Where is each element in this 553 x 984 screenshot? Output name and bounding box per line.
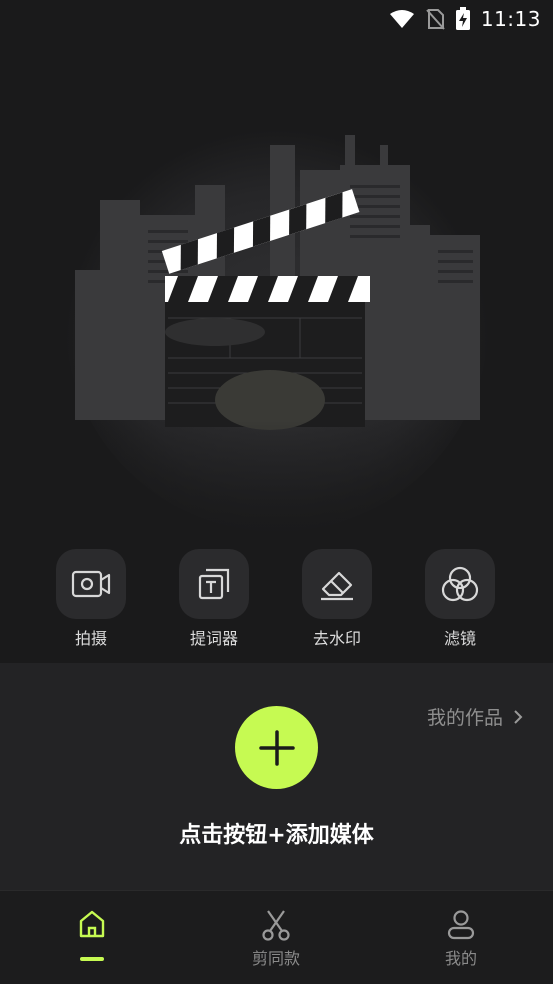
tool-remove-watermark-label: 去水印: [312, 629, 361, 648]
teleprompter-icon: [198, 568, 230, 600]
tool-shoot-tile[interactable]: [56, 549, 126, 619]
tool-filter-tile[interactable]: [425, 549, 495, 619]
no-sim-icon: [426, 9, 445, 30]
eraser-icon: [321, 571, 353, 601]
plus-icon: [258, 729, 295, 766]
status-icons: 11:13: [389, 6, 541, 32]
tool-teleprompter[interactable]: 提词器: [164, 549, 264, 649]
tool-filter[interactable]: 滤镜: [410, 549, 510, 649]
tool-filter-label: 滤镜: [443, 629, 476, 648]
tools-row: 拍摄 提词器 去水印 滤镜: [0, 549, 553, 649]
tool-teleprompter-label: 提词器: [189, 629, 238, 648]
status-time: 11:13: [480, 7, 541, 31]
nav-me[interactable]: 我的: [401, 891, 521, 984]
wifi-icon: [389, 10, 414, 28]
scissors-icon: [262, 910, 290, 941]
nav-home[interactable]: [32, 891, 152, 984]
nav-template[interactable]: 剪同款: [216, 891, 336, 984]
add-media-button[interactable]: [235, 706, 318, 789]
tool-shoot-label: 拍摄: [74, 629, 107, 648]
battery-charging-icon: [455, 7, 470, 30]
tool-shoot[interactable]: 拍摄: [41, 549, 141, 649]
add-media-hint: 点击按钮+添加媒体: [179, 823, 374, 848]
bottom-nav: 剪同款 我的: [0, 890, 553, 984]
my-works-link[interactable]: 我的作品: [427, 703, 523, 730]
tool-remove-watermark-tile[interactable]: [302, 549, 372, 619]
person-icon: [447, 910, 475, 940]
video-camera-icon: [71, 570, 111, 598]
nav-template-label: 剪同款: [251, 949, 300, 968]
chevron-right-icon: [514, 709, 523, 724]
home-icon: [79, 910, 105, 938]
filter-circles-icon: [441, 566, 479, 602]
create-panel: 我的作品 点击按钮+添加媒体: [0, 663, 553, 890]
nav-me-label: 我的: [444, 949, 477, 968]
status-bar: 11:13: [0, 0, 553, 40]
tool-teleprompter-tile[interactable]: [179, 549, 249, 619]
hero-illustration: [0, 40, 553, 540]
tool-remove-watermark[interactable]: 去水印: [287, 549, 387, 649]
my-works-label: 我的作品: [426, 707, 503, 729]
nav-active-indicator: [80, 957, 104, 961]
